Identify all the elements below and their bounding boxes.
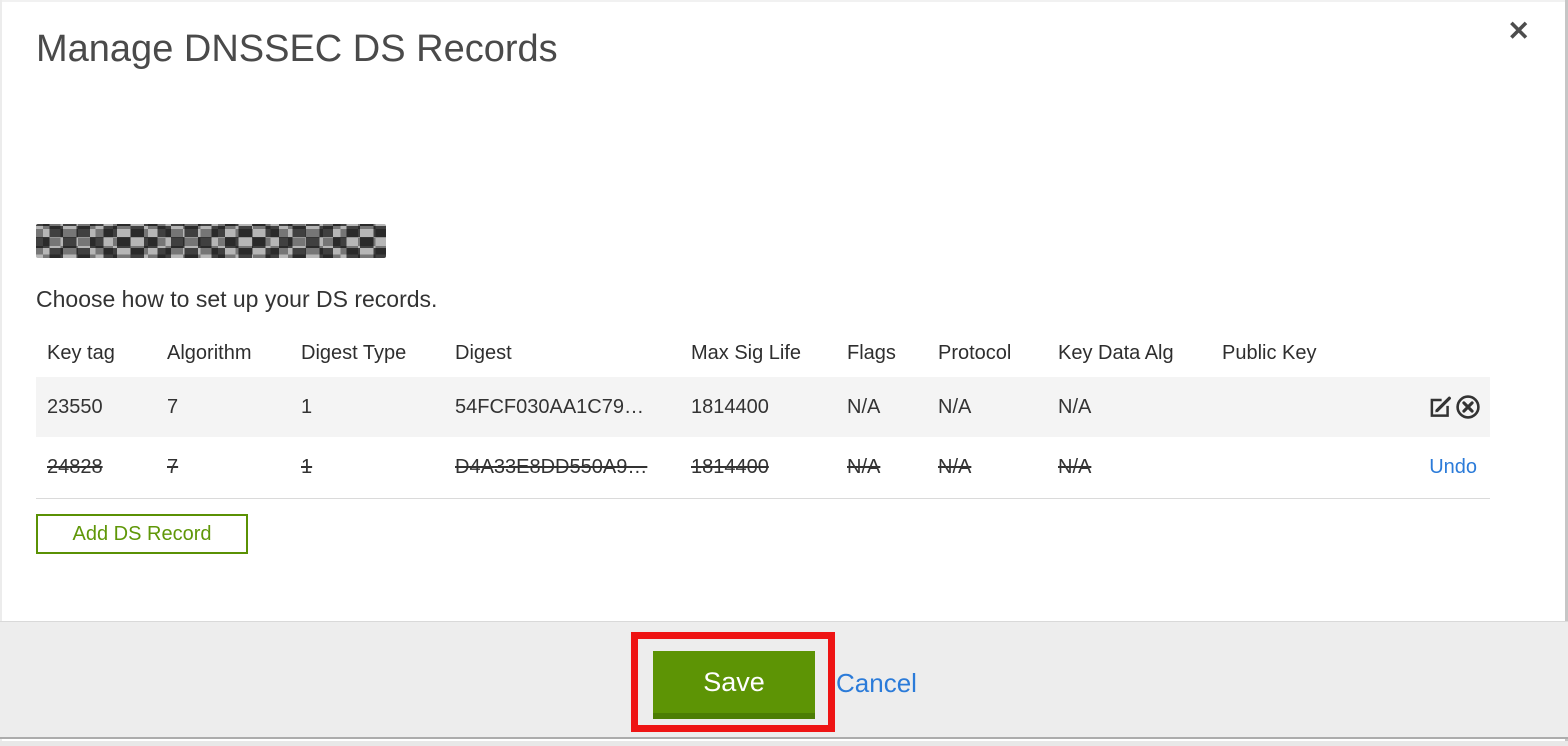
table-row-deleted: 24828 7 1 D4A33E8DD550A9… 1814400 N/A N/…: [36, 437, 1490, 498]
edit-icon: [1427, 396, 1453, 417]
cell-max-sig-life: 1814400: [691, 455, 769, 478]
col-flags: Flags: [847, 342, 896, 364]
undo-link[interactable]: Undo: [1429, 456, 1482, 478]
close-icon[interactable]: ✕: [1507, 18, 1530, 45]
row-actions: Undo: [1211, 437, 1490, 498]
col-public-key: Public Key: [1222, 342, 1317, 364]
cell-key-data-alg: N/A: [1058, 455, 1092, 478]
cell-flags: N/A: [847, 455, 881, 478]
cell-key-tag: 23550: [47, 395, 103, 418]
cell-digest-type: 1: [301, 455, 313, 478]
col-protocol: Protocol: [938, 342, 1012, 364]
cell-flags: N/A: [847, 395, 881, 418]
cell-key-data-alg: N/A: [1058, 395, 1092, 418]
delete-circle-x-icon: [1455, 395, 1481, 419]
add-ds-record-button[interactable]: Add DS Record: [36, 514, 248, 554]
ds-records-table: Key tag Algorithm Digest Type Digest Max…: [36, 330, 1490, 499]
cell-digest-type: 1: [301, 395, 313, 418]
page-background-strip: [0, 741, 1568, 746]
domain-name-redacted: [36, 224, 386, 258]
intro-text: Choose how to set up your DS records.: [36, 286, 438, 312]
col-digest: Digest: [455, 342, 512, 364]
table-header-row: Key tag Algorithm Digest Type Digest Max…: [36, 330, 1490, 377]
col-key-tag: Key tag: [47, 342, 115, 364]
save-button[interactable]: Save: [653, 651, 815, 719]
cancel-link[interactable]: Cancel: [836, 668, 917, 699]
annotation-red-box: Save: [631, 632, 835, 732]
cell-protocol: N/A: [938, 395, 972, 418]
cell-digest: 54FCF030AA1C79…: [455, 395, 644, 418]
cell-digest: D4A33E8DD550A9…: [455, 455, 648, 478]
col-digest-type: Digest Type: [301, 342, 407, 364]
delete-record-button[interactable]: [1454, 394, 1482, 420]
cell-max-sig-life: 1814400: [691, 395, 769, 418]
col-key-data-alg: Key Data Alg: [1058, 342, 1174, 364]
cell-algorithm: 7: [167, 455, 179, 478]
cell-algorithm: 7: [167, 395, 179, 418]
edit-record-button[interactable]: [1426, 394, 1454, 420]
table-row: 23550 7 1 54FCF030AA1C79… 1814400 N/A N/…: [36, 377, 1490, 437]
dialog-footer: Save Cancel: [0, 621, 1568, 739]
col-max-sig-life: Max Sig Life: [691, 342, 802, 364]
row-actions: [1211, 377, 1490, 437]
manage-dnssec-dialog: Manage DNSSEC DS Records ✕ Choose how to…: [0, 0, 1568, 746]
col-algorithm: Algorithm: [167, 342, 252, 364]
cell-protocol: N/A: [938, 455, 972, 478]
cell-key-tag: 24828: [47, 455, 103, 478]
page-title: Manage DNSSEC DS Records: [36, 28, 558, 70]
